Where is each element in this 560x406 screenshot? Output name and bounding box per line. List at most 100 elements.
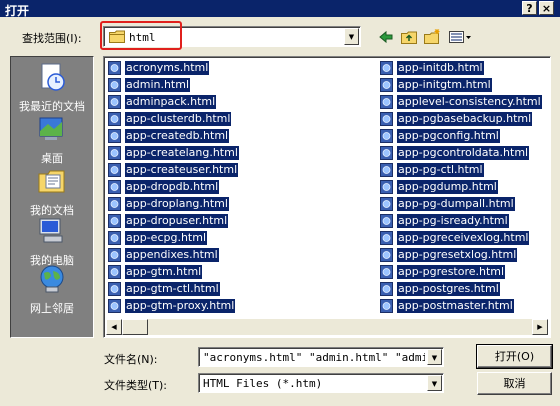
html-file-icon <box>380 129 393 143</box>
file-item[interactable]: app-initdb.html <box>380 60 484 76</box>
file-name: app-gtm-ctl.html <box>125 282 220 296</box>
html-file-icon <box>108 112 121 126</box>
file-item[interactable]: acronyms.html <box>108 60 210 76</box>
lookin-label: 查找范围(I): <box>22 32 82 45</box>
file-item[interactable]: app-pgconfig.html <box>380 128 500 144</box>
place-label: 桌面 <box>41 152 63 165</box>
file-item[interactable]: app-pg-isready.html <box>380 213 509 229</box>
file-item[interactable]: appendixes.html <box>108 247 219 263</box>
scroll-left-button[interactable]: ◀ <box>106 319 122 335</box>
file-name: app-clusterdb.html <box>125 112 232 126</box>
new-folder-icon[interactable] <box>423 28 441 46</box>
html-file-icon <box>380 282 393 296</box>
filename-label: 文件名(N): <box>104 353 158 366</box>
filename-dropdown-arrow[interactable]: ▼ <box>427 349 442 365</box>
html-file-icon <box>380 61 393 75</box>
file-item[interactable]: app-postgres.html <box>380 281 500 297</box>
view-menu-icon[interactable] <box>448 28 472 46</box>
html-file-icon <box>108 146 121 160</box>
file-item[interactable]: app-pgcontroldata.html <box>380 145 530 161</box>
file-item[interactable]: app-initgtm.html <box>380 77 492 93</box>
recent-documents-icon <box>41 63 65 91</box>
place-network-places[interactable]: 网上邻居 <box>11 263 93 316</box>
file-item[interactable]: app-pgrestore.html <box>380 264 506 280</box>
close-button[interactable]: × <box>539 1 554 15</box>
file-item[interactable]: app-createlang.html <box>108 145 239 161</box>
file-item[interactable]: app-clusterdb.html <box>108 111 232 127</box>
filetype-select[interactable]: HTML Files (*.htm) ▼ <box>198 373 444 393</box>
file-name: adminpack.html <box>125 95 217 109</box>
window-title: 打开 <box>5 4 30 18</box>
file-name: app-pgdump.html <box>397 180 498 194</box>
html-file-icon <box>108 197 121 211</box>
cancel-button[interactable]: 取消 <box>477 372 552 395</box>
file-item[interactable]: app-droplang.html <box>108 196 229 212</box>
file-name: app-pgreceivexlog.html <box>397 231 530 245</box>
file-item[interactable]: applevel-consistency.html <box>380 94 542 110</box>
place-desktop[interactable]: 桌面 <box>11 113 93 166</box>
file-item[interactable]: app-gtm.html <box>108 264 203 280</box>
network-places-icon <box>40 265 64 293</box>
scroll-thumb[interactable] <box>122 319 148 335</box>
file-item[interactable]: app-pgdump.html <box>380 179 498 195</box>
file-name: app-pgresetxlog.html <box>397 248 518 262</box>
lookin-dropdown-arrow[interactable]: ▼ <box>344 28 359 45</box>
filename-value: "acronyms.html" "admin.html" "adminpac <box>203 351 425 364</box>
back-icon[interactable] <box>377 28 395 46</box>
file-item[interactable]: app-createuser.html <box>108 162 239 178</box>
html-file-icon <box>380 265 393 279</box>
file-name: app-pgrestore.html <box>397 265 506 279</box>
file-name: app-droplang.html <box>125 197 229 211</box>
html-file-icon <box>380 299 393 313</box>
file-item[interactable]: app-pgreceivexlog.html <box>380 230 530 246</box>
file-item[interactable]: app-createdb.html <box>108 128 230 144</box>
place-label: 我最近的文档 <box>19 100 85 113</box>
file-item[interactable]: app-gtm-proxy.html <box>108 298 236 314</box>
file-item[interactable]: app-pgresetxlog.html <box>380 247 518 263</box>
html-file-icon <box>108 163 121 177</box>
file-item[interactable]: app-gtm-ctl.html <box>108 281 220 297</box>
file-name: app-pgbasebackup.html <box>397 112 533 126</box>
html-file-icon <box>380 146 393 160</box>
html-file-icon <box>108 78 121 92</box>
html-file-icon <box>380 78 393 92</box>
filename-input[interactable]: "acronyms.html" "admin.html" "adminpac ▼ <box>198 347 444 367</box>
place-my-documents[interactable]: 我的文档 <box>11 165 93 218</box>
place-my-computer[interactable]: 我的电脑 <box>11 215 93 268</box>
html-file-icon <box>108 214 121 228</box>
html-file-icon <box>108 95 121 109</box>
file-name: app-pg-dumpall.html <box>397 197 515 211</box>
filetype-value: HTML Files (*.htm) <box>203 377 323 390</box>
up-folder-icon[interactable] <box>400 28 418 46</box>
help-button[interactable]: ? <box>522 1 537 15</box>
file-item[interactable]: app-pgbasebackup.html <box>380 111 533 127</box>
file-item[interactable]: app-dropdb.html <box>108 179 220 195</box>
file-name: app-dropdb.html <box>125 180 220 194</box>
file-item[interactable]: adminpack.html <box>108 94 217 110</box>
file-item[interactable]: app-dropuser.html <box>108 213 229 229</box>
html-file-icon <box>380 112 393 126</box>
file-item[interactable]: app-ecpg.html <box>108 230 208 246</box>
html-file-icon <box>108 282 121 296</box>
html-file-icon <box>380 163 393 177</box>
place-recent-documents[interactable]: 我最近的文档 <box>11 61 93 114</box>
file-list[interactable]: acronyms.html admin.html adminpack.html app… <box>103 56 551 338</box>
horizontal-scrollbar[interactable]: ◀ ▶ <box>106 319 548 335</box>
places-bar: 我最近的文档 桌面 我的文档 我的电脑 网上邻居 <box>10 56 94 338</box>
file-name: app-createuser.html <box>125 163 239 177</box>
file-item[interactable]: app-postmaster.html <box>380 298 514 314</box>
file-item[interactable]: app-pg-ctl.html <box>380 162 484 178</box>
html-file-icon <box>380 248 393 262</box>
open-button[interactable]: 打开(O) <box>476 344 553 369</box>
file-item[interactable]: app-pg-dumpall.html <box>380 196 515 212</box>
scroll-right-button[interactable]: ▶ <box>532 319 548 335</box>
file-name: app-gtm.html <box>125 265 203 279</box>
file-name: acronyms.html <box>125 61 210 75</box>
html-file-icon <box>380 231 393 245</box>
desktop-icon <box>39 117 63 140</box>
file-item[interactable]: admin.html <box>108 77 191 93</box>
file-name: app-pgconfig.html <box>397 129 500 143</box>
filetype-dropdown-arrow[interactable]: ▼ <box>427 375 442 391</box>
highlight-box <box>100 21 182 50</box>
html-file-icon <box>108 299 121 313</box>
